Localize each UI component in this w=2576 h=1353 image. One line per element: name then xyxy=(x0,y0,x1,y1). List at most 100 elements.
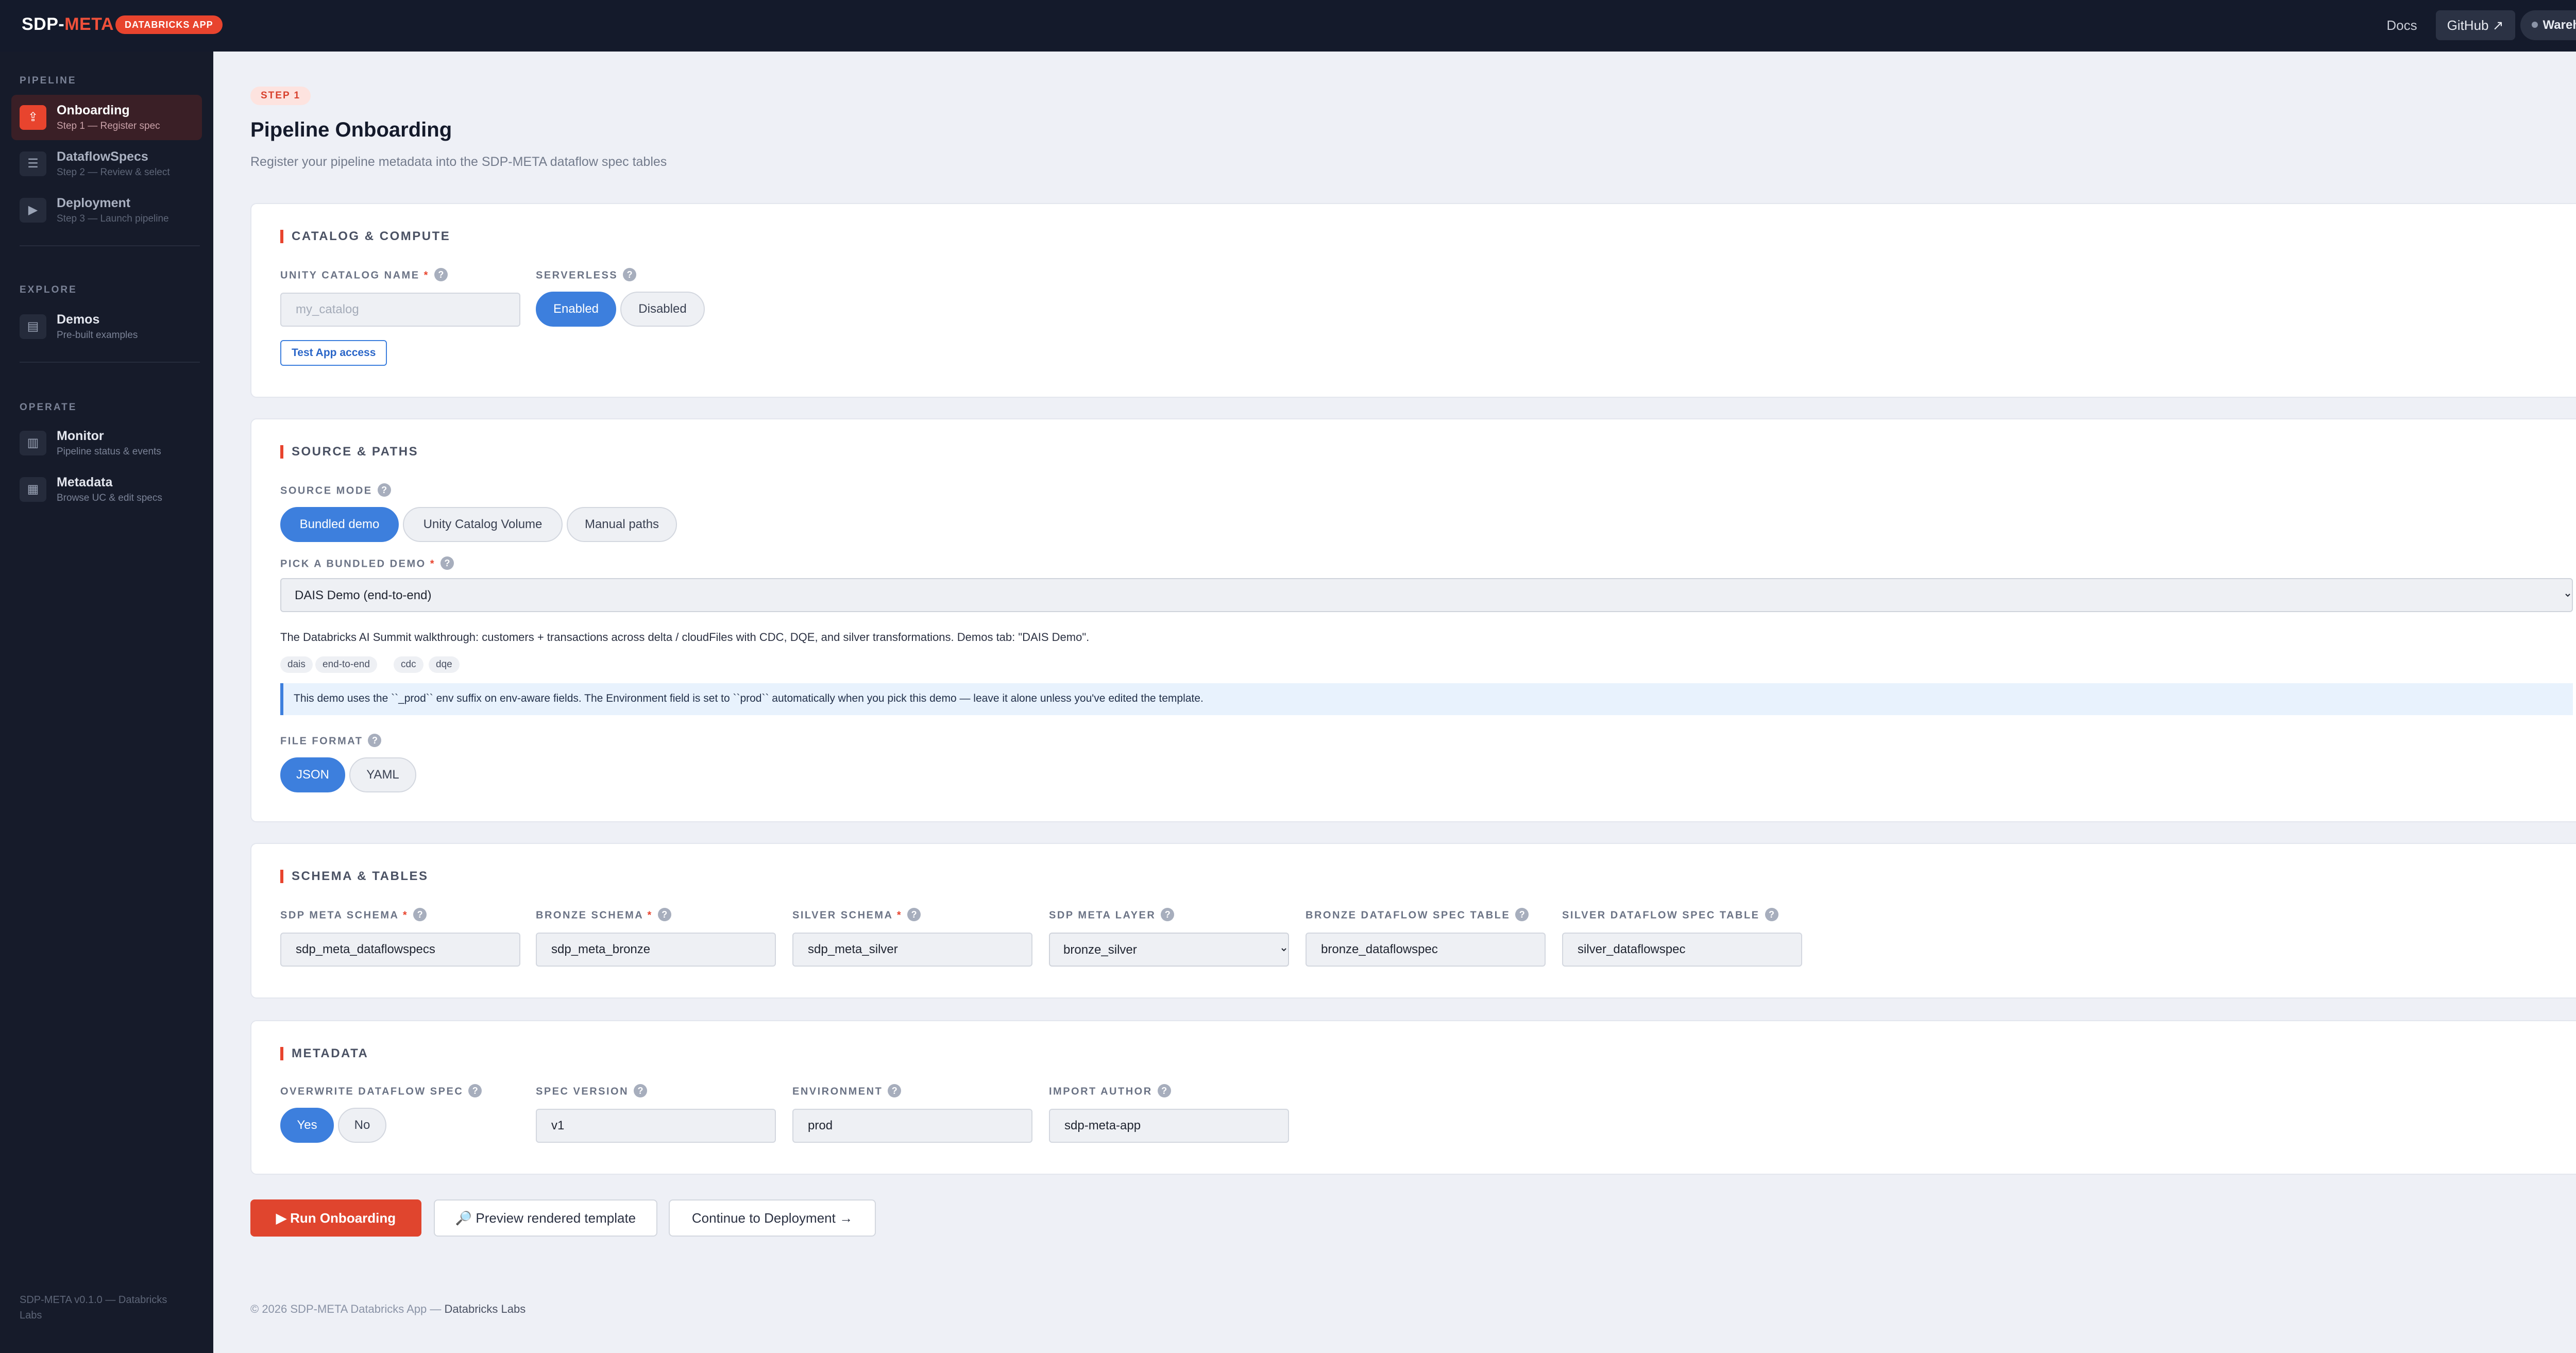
help-icon[interactable]: ? xyxy=(657,908,671,921)
status-dot-icon xyxy=(2531,21,2538,28)
demo-tag: cdc xyxy=(394,656,423,673)
step-badge: STEP 1 xyxy=(250,87,311,105)
page-footer: © 2026 SDP-META Databricks App — Databri… xyxy=(250,1303,526,1315)
sdp-meta-schema-input[interactable] xyxy=(280,933,520,967)
bronze-schema-label: BRONZE SCHEMA *? xyxy=(536,908,671,922)
sidebar-item-monitor[interactable]: ▥ Monitor Pipeline status & events xyxy=(11,420,202,466)
help-icon[interactable]: ? xyxy=(434,268,448,281)
help-icon[interactable]: ? xyxy=(468,1084,482,1097)
sidebar-item-onboarding[interactable]: ⇪ Onboarding Step 1 — Register spec xyxy=(11,95,202,140)
help-icon[interactable]: ? xyxy=(907,908,921,921)
sidebar-item-deployment[interactable]: ▶ Deployment Step 3 — Launch pipeline xyxy=(11,188,202,233)
test-app-access-button[interactable]: Test App access xyxy=(280,340,387,366)
sidebar-item-subtitle: Step 1 — Register spec xyxy=(57,121,160,131)
sidebar-item-demos[interactable]: ▤ Demos Pre-built examples xyxy=(11,304,202,349)
silver-schema-input[interactable] xyxy=(792,933,1032,967)
help-icon[interactable]: ? xyxy=(1161,908,1175,921)
sidebar-item-subtitle: Pipeline status & events xyxy=(57,446,161,457)
source-mode-manual-paths[interactable]: Manual paths xyxy=(567,507,677,542)
warehouse-label: Warehouse xyxy=(2543,18,2576,32)
bronze-spec-table-input[interactable] xyxy=(1306,933,1546,967)
list-icon: ☰ xyxy=(20,151,46,176)
preview-template-button[interactable]: 🔎 Preview rendered template xyxy=(434,1199,657,1237)
catalog-compute-card: CATALOG & COMPUTE UNITY CATALOG NAME *? … xyxy=(250,203,2576,398)
demo-tag: dqe xyxy=(429,656,460,673)
metadata-card: METADATA OVERWRITE DATAFLOW SPEC? Yes No… xyxy=(250,1020,2576,1175)
unity-catalog-input[interactable] xyxy=(280,293,520,327)
warehouse-button[interactable]: Warehouse xyxy=(2520,10,2576,40)
docs-link[interactable]: Docs xyxy=(2373,10,2430,40)
footer-link[interactable]: Databricks Labs xyxy=(445,1303,526,1315)
page-subtitle: Register your pipeline metadata into the… xyxy=(250,155,667,169)
overwrite-no-toggle[interactable]: No xyxy=(338,1108,386,1143)
sidebar-item-title: Monitor xyxy=(57,429,104,443)
help-icon[interactable]: ? xyxy=(888,1084,902,1097)
file-format-label: FILE FORMAT? xyxy=(280,734,382,748)
spec-version-input[interactable] xyxy=(536,1109,776,1143)
sidebar-footer: SDP-META v0.1.0 — Databricks Labs xyxy=(20,1294,167,1321)
demo-description: The Databricks AI Summit walkthrough: cu… xyxy=(280,631,1090,644)
environment-label: ENVIRONMENT? xyxy=(792,1084,902,1098)
help-icon[interactable]: ? xyxy=(1765,908,1778,921)
sidebar-item-dataflowspecs[interactable]: ☰ DataflowSpecs Step 2 — Review & select xyxy=(11,141,202,187)
import-author-input[interactable] xyxy=(1049,1109,1289,1143)
help-icon[interactable]: ? xyxy=(377,483,391,497)
card-title: METADATA xyxy=(280,1047,368,1060)
help-icon[interactable]: ? xyxy=(368,734,382,747)
github-button[interactable]: GitHub ↗ xyxy=(2435,10,2515,40)
sdp-meta-schema-label: SDP META SCHEMA *? xyxy=(280,908,427,922)
demo-info-banner: This demo uses the ``_prod`` env suffix … xyxy=(280,683,2573,715)
sdp-meta-layer-select[interactable]: bronze_silver xyxy=(1049,933,1289,967)
help-icon[interactable]: ? xyxy=(1157,1084,1171,1097)
help-icon[interactable]: ? xyxy=(1515,908,1529,921)
serverless-label: SERVERLESS? xyxy=(536,268,637,282)
schema-tables-card: SCHEMA & TABLES SDP META SCHEMA *? BRONZ… xyxy=(250,843,2576,999)
upload-icon: ⇪ xyxy=(20,105,46,130)
bundled-demo-select[interactable]: DAIS Demo (end-to-end) xyxy=(280,578,2573,612)
brand-logo[interactable]: SDP-META xyxy=(22,14,114,35)
run-onboarding-button[interactable]: ▶ Run Onboarding xyxy=(250,1199,421,1237)
file-format-yaml[interactable]: YAML xyxy=(349,757,416,792)
serverless-disabled-toggle[interactable]: Disabled xyxy=(620,292,705,327)
silver-spec-table-label: SILVER DATAFLOW SPEC TABLE? xyxy=(1562,908,1778,922)
demo-tag: end-to-end xyxy=(315,656,377,673)
brand-text: SDP- xyxy=(22,14,65,34)
unity-catalog-label: UNITY CATALOG NAME *? xyxy=(280,268,448,282)
sidebar: PIPELINE ⇪ Onboarding Step 1 — Register … xyxy=(0,52,213,1353)
help-icon[interactable]: ? xyxy=(440,556,454,570)
page-title: Pipeline Onboarding xyxy=(250,119,452,141)
serverless-enabled-toggle[interactable]: Enabled xyxy=(536,292,616,327)
sidebar-item-title: Deployment xyxy=(57,196,131,210)
file-format-json[interactable]: JSON xyxy=(280,757,345,792)
sidebar-item-title: Metadata xyxy=(57,475,113,489)
source-mode-uc-volume[interactable]: Unity Catalog Volume xyxy=(403,507,563,542)
bronze-schema-input[interactable] xyxy=(536,933,776,967)
sidebar-item-metadata[interactable]: ▦ Metadata Browse UC & edit specs xyxy=(11,467,202,512)
sidebar-item-subtitle: Browse UC & edit specs xyxy=(57,493,162,503)
environment-input[interactable] xyxy=(792,1109,1032,1143)
silver-spec-table-input[interactable] xyxy=(1562,933,1802,967)
overwrite-spec-label: OVERWRITE DATAFLOW SPEC? xyxy=(280,1084,482,1098)
help-icon[interactable]: ? xyxy=(623,268,637,281)
bronze-spec-table-label: BRONZE DATAFLOW SPEC TABLE? xyxy=(1306,908,1529,922)
sidebar-divider xyxy=(20,362,200,363)
bundled-demo-label: PICK A BUNDLED DEMO *? xyxy=(280,556,454,571)
silver-schema-label: SILVER SCHEMA *? xyxy=(792,908,921,922)
sidebar-item-title: Demos xyxy=(57,312,100,327)
source-paths-card: SOURCE & PATHS SOURCE MODE? Bundled demo… xyxy=(250,418,2576,822)
help-icon[interactable]: ? xyxy=(634,1084,648,1097)
help-icon[interactable]: ? xyxy=(413,908,427,921)
sidebar-section-operate: OPERATE xyxy=(20,402,77,413)
chart-icon: ▥ xyxy=(20,431,46,455)
sidebar-item-subtitle: Pre-built examples xyxy=(57,330,138,341)
continue-deployment-button[interactable]: Continue to Deployment → xyxy=(669,1199,876,1237)
top-bar: SDP-META DATABRICKS APP Docs GitHub ↗ Wa… xyxy=(0,0,2576,52)
source-mode-label: SOURCE MODE? xyxy=(280,483,391,498)
sidebar-divider xyxy=(20,245,200,246)
overwrite-yes-toggle[interactable]: Yes xyxy=(280,1108,334,1143)
sidebar-section-pipeline: PIPELINE xyxy=(20,75,77,86)
source-mode-bundled-demo[interactable]: Bundled demo xyxy=(280,507,399,542)
spec-version-label: SPEC VERSION? xyxy=(536,1084,648,1098)
demo-tag: dais xyxy=(280,656,313,673)
sidebar-section-explore: EXPLORE xyxy=(20,284,77,295)
